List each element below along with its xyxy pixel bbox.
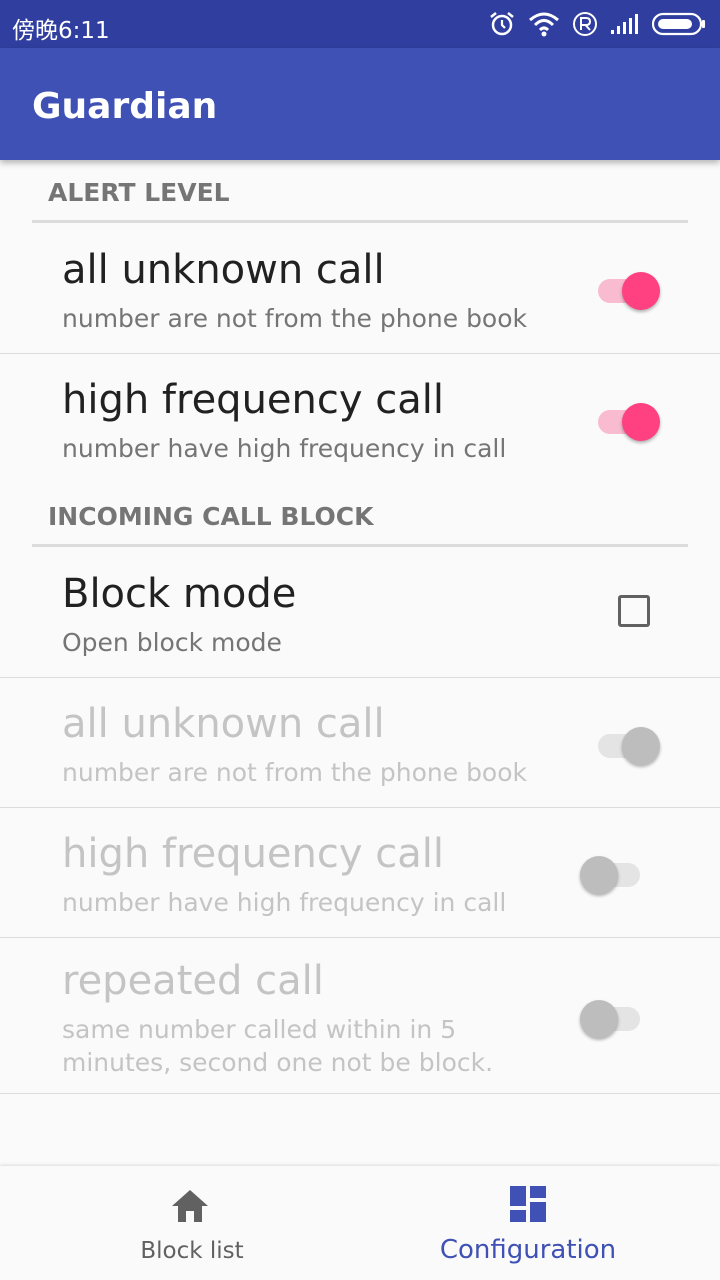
pref-block-high-frequency-call[interactable]: high frequency call number have high fre…: [0, 808, 720, 937]
wifi-icon: [529, 12, 559, 37]
switch-thumb: [580, 856, 618, 894]
status-bar: 傍晚6:11: [0, 0, 720, 48]
section-header-incoming-call-block: INCOMING CALL BLOCK: [48, 502, 374, 531]
home-icon: [172, 1190, 208, 1222]
block-all-unknown-call-switch[interactable]: [596, 722, 662, 765]
app-title: Guardian: [32, 86, 218, 127]
status-time: 傍晚6:11: [12, 18, 110, 44]
pref-alert-high-frequency-call[interactable]: high frequency call number have high fre…: [0, 354, 720, 484]
alert-all-unknown-call-switch[interactable]: [596, 267, 662, 310]
status-icons: [488, 8, 706, 40]
pref-title: Block mode: [62, 571, 297, 617]
switch-thumb: [622, 727, 660, 765]
pref-summary: Open block mode: [62, 628, 282, 657]
pref-block-repeated-call[interactable]: repeated call same number called within …: [0, 938, 720, 1093]
pref-summary: number have high frequency in call: [62, 888, 507, 917]
pref-summary: same number called within in 5 minutes, …: [62, 1015, 494, 1077]
bottom-navigation: Block list Configuration: [0, 1166, 720, 1280]
pref-title: repeated call: [62, 958, 324, 1004]
pref-summary: number are not from the phone book: [62, 304, 528, 333]
switch-thumb: [622, 272, 660, 310]
pref-title: all unknown call: [62, 701, 385, 747]
pref-summary: number have high frequency in call: [62, 434, 507, 463]
battery-icon: [652, 12, 705, 36]
switch-thumb: [622, 403, 660, 441]
registered-icon: [573, 12, 597, 36]
signal-icon: [611, 14, 638, 34]
pref-block-all-unknown-call[interactable]: all unknown call number are not from the…: [0, 678, 720, 807]
pref-summary: number are not from the phone book: [62, 758, 528, 787]
switch-thumb: [580, 1000, 618, 1038]
pref-alert-all-unknown-call[interactable]: all unknown call number are not from the…: [0, 223, 720, 353]
row-divider: [0, 1093, 720, 1094]
block-mode-checkbox[interactable]: [618, 595, 650, 627]
block-repeated-call-switch[interactable]: [580, 995, 646, 1038]
app-bar: Guardian: [0, 48, 720, 160]
block-high-frequency-call-switch[interactable]: [580, 851, 646, 894]
alert-high-frequency-call-switch[interactable]: [596, 398, 662, 441]
pref-title: high frequency call: [62, 831, 444, 877]
dashboard-icon: [510, 1186, 546, 1222]
pref-title: all unknown call: [62, 247, 385, 293]
pref-title: high frequency call: [62, 377, 444, 423]
nav-item-configuration[interactable]: Configuration: [348, 1166, 708, 1280]
alarm-icon: [490, 12, 514, 36]
section-header-alert-level: ALERT LEVEL: [48, 178, 230, 207]
nav-label: Configuration: [439, 1235, 617, 1265]
nav-label: Block list: [140, 1238, 244, 1264]
pref-block-mode[interactable]: Block mode Open block mode: [0, 547, 720, 677]
nav-item-block-list[interactable]: Block list: [12, 1166, 372, 1280]
